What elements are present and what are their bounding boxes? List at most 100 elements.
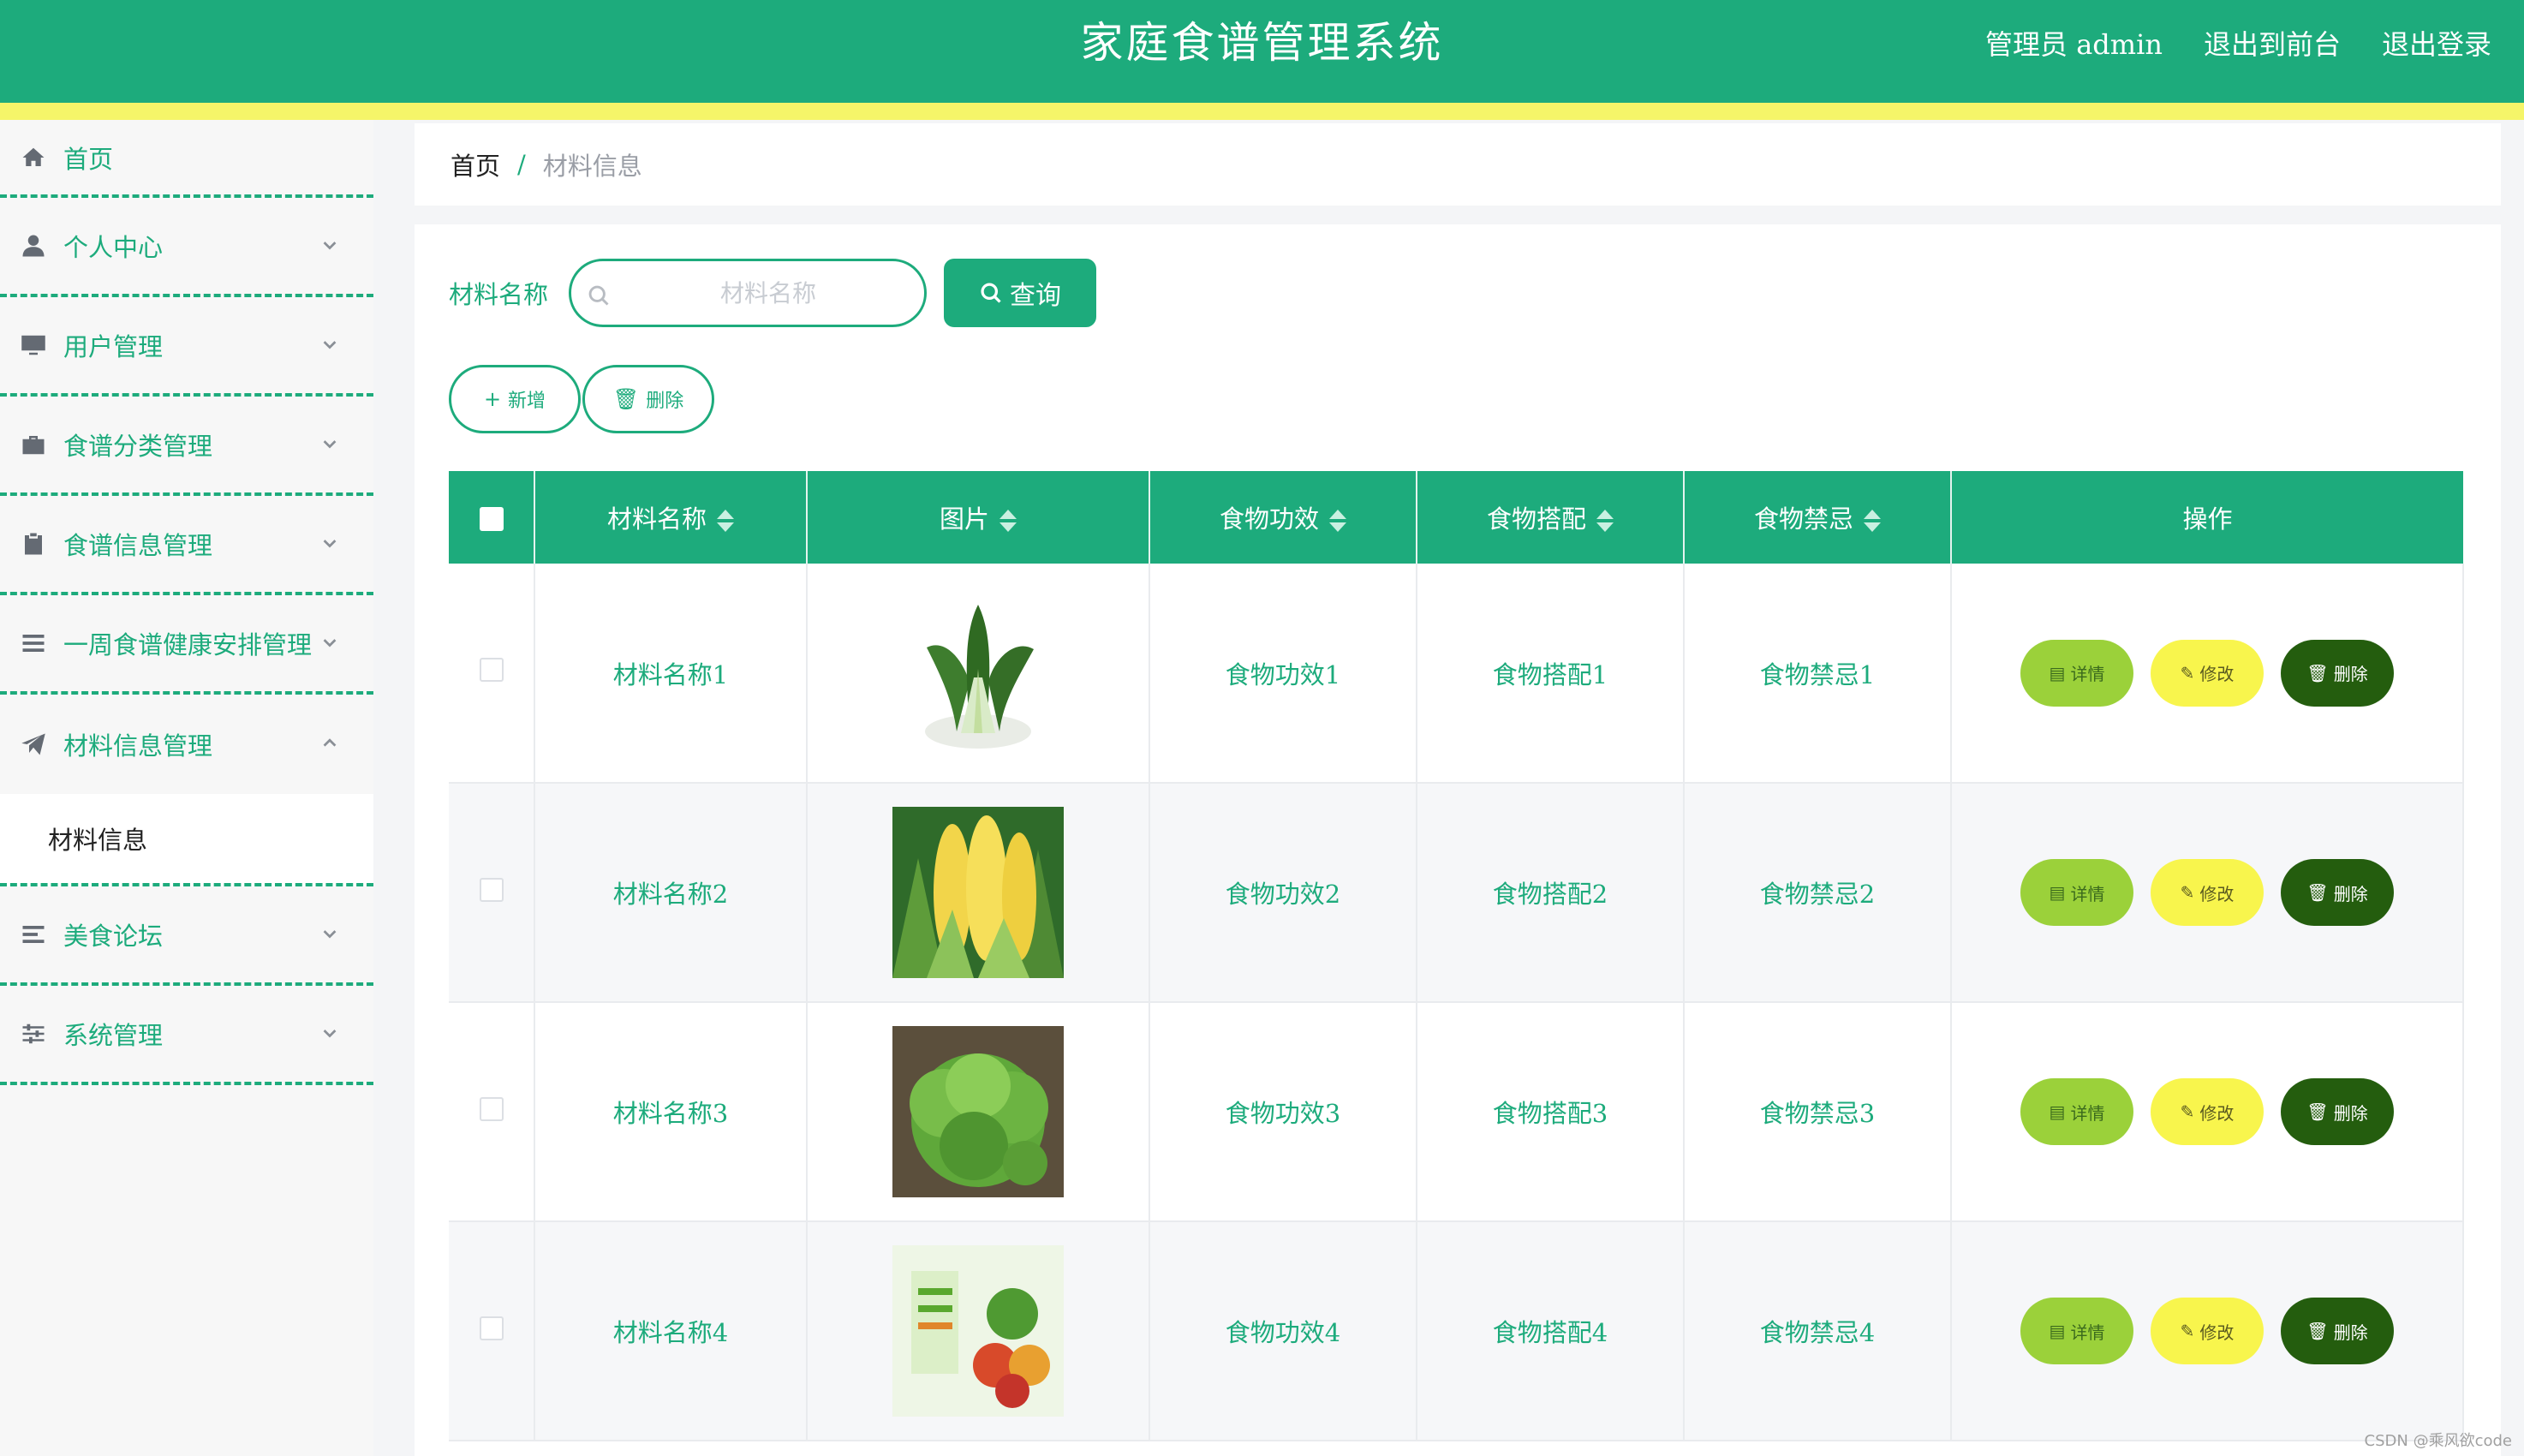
home-icon [21,145,46,170]
cell-taboo: 食物禁忌4 [1684,1221,1952,1441]
pencil-icon: ✎ [2180,1321,2195,1341]
cell-effect: 食物功效1 [1149,564,1417,784]
column-header-image[interactable]: 图片 [807,471,1150,564]
bok-choy-image [925,604,1034,749]
chevron-down-icon [320,236,339,254]
row-checkbox[interactable] [479,877,504,902]
trash-icon: 🗑 [612,387,640,411]
fresh-vegetables-poster-image [892,1245,1064,1417]
sort-icon[interactable] [1864,508,1881,534]
search-row: 材料名称 查询 [449,259,1097,327]
sidebar-subitem-material-info[interactable]: 材料信息 [0,794,373,886]
sort-icon[interactable] [1596,508,1614,534]
chevron-down-icon [320,1023,339,1042]
row-actions: ▤ 详情 ✎ 修改 🗑 删除 [1952,639,2462,707]
cell-material-name: 材料名称2 [534,783,808,1003]
sidebar-item-system-management[interactable]: 系统管理 [0,986,373,1085]
row-checkbox[interactable] [479,1096,504,1121]
sidebar-item-label: 美食论坛 [63,922,164,951]
query-button-label: 查询 [1010,281,1062,311]
delete-button[interactable]: 🗑 删除 [2281,859,2394,926]
detail-button[interactable]: ▤ 详情 [2020,639,2133,707]
search-icon [587,283,611,307]
sidebar-item-weekly-recipe[interactable]: 一周食谱健康安排管理 [0,595,373,695]
edit-button[interactable]: ✎ 修改 [2151,1078,2264,1145]
main-panel: 材料名称 查询 + 新增 🗑 删除 材料名称 图片 食物功效 [415,224,2501,1456]
sidebar-item-recipe-category[interactable]: 食谱分类管理 [0,397,373,496]
cell-effect: 食物功效4 [1149,1221,1417,1441]
column-header-effect[interactable]: 食物功效 [1149,471,1417,564]
watermark: CSDN @乘风欲code [2364,1432,2512,1450]
exit-to-front-link[interactable]: 退出到前台 [2204,23,2341,63]
plus-icon: + [483,387,502,411]
sidebar-item-material-management[interactable]: 材料信息管理 [0,695,373,794]
sidebar-item-label: 用户管理 [63,332,164,361]
row-checkbox[interactable] [479,658,504,682]
chevron-up-icon [320,734,339,753]
detail-button[interactable]: ▤ 详情 [2020,1298,2133,1364]
table-row: 材料名称4 食物功效4 食物搭配4 食物禁忌4 ▤ 详情 ✎ 修改 🗑 删除 [449,1221,2464,1441]
delete-button[interactable]: 🗑 删除 [2281,1078,2394,1145]
cell-taboo: 食物禁忌1 [1684,564,1952,784]
header-accent-strip [0,103,2524,120]
sidebar-item-personal-center[interactable]: 个人中心 [0,198,373,297]
material-name-search-input[interactable] [623,261,915,325]
edit-button[interactable]: ✎ 修改 [2151,859,2264,926]
chevron-down-icon [320,434,339,453]
cell-effect: 食物功效3 [1149,1002,1417,1222]
sidebar-item-label: 个人中心 [63,233,164,262]
table-row: 材料名称2 食物功效2 食物搭配2 食物禁忌2 ▤ 详情 ✎ 修改 🗑 删除 [449,783,2464,1003]
add-button[interactable]: + 新增 [449,365,581,433]
delete-button[interactable]: 🗑 删除 [2281,1298,2394,1364]
column-header-actions: 操作 [1951,471,2463,564]
sidebar-item-label: 食谱分类管理 [63,432,213,461]
edit-button[interactable]: ✎ 修改 [2151,639,2264,707]
chevron-down-icon [320,924,339,943]
table-row: 材料名称3 食物功效3 食物搭配3 食物禁忌3 ▤ 详情 ✎ 修改 🗑 删除 [449,1002,2464,1222]
pencil-icon: ✎ [2180,882,2195,903]
edit-button[interactable]: ✎ 修改 [2151,1298,2264,1364]
document-icon: ▤ [2049,662,2066,683]
logout-link[interactable]: 退出登录 [2382,23,2491,63]
column-header-name[interactable]: 材料名称 [534,471,808,564]
column-header-taboo[interactable]: 食物禁忌 [1684,471,1952,564]
cell-taboo: 食物禁忌3 [1684,1002,1952,1222]
pencil-icon: ✎ [2180,1101,2195,1122]
add-button-label: 新增 [508,391,546,412]
cell-taboo: 食物禁忌2 [1684,783,1952,1003]
cell-pairing: 食物搭配4 [1417,1221,1685,1441]
document-icon: ▤ [2049,1101,2066,1122]
paper-plane-icon [21,731,46,757]
sidebar-item-home[interactable]: 首页 [0,120,373,198]
sort-icon[interactable] [999,508,1017,534]
list-icon [21,630,46,656]
query-button[interactable]: 查询 [944,259,1097,327]
cell-effect: 食物功效2 [1149,783,1417,1003]
batch-delete-button[interactable]: 🗑 删除 [582,365,714,433]
sidebar-item-label: 首页 [63,144,114,174]
sidebar-item-food-forum[interactable]: 美食论坛 [0,886,373,986]
select-all-cell [449,471,535,564]
sort-icon[interactable] [717,508,734,534]
row-actions: ▤ 详情 ✎ 修改 🗑 删除 [1952,859,2462,926]
document-icon: ▤ [2049,1321,2066,1341]
detail-button[interactable]: ▤ 详情 [2020,1078,2133,1145]
admin-label: 管理员 admin [1985,28,2163,61]
clipboard-icon [21,531,46,557]
sort-icon[interactable] [1329,508,1346,534]
delete-button[interactable]: 🗑 删除 [2281,639,2394,707]
chevron-down-icon [320,335,339,354]
detail-button[interactable]: ▤ 详情 [2020,859,2133,926]
cell-material-name: 材料名称4 [534,1221,808,1441]
sidebar-item-user-management[interactable]: 用户管理 [0,297,373,397]
breadcrumb: 首页 / 材料信息 [415,123,2501,206]
sidebar-item-recipe-info[interactable]: 食谱信息管理 [0,496,373,595]
row-checkbox[interactable] [479,1316,504,1340]
select-all-checkbox[interactable] [479,507,504,531]
search-icon [981,283,1001,303]
top-header: 家庭食谱管理系统 管理员 admin 退出到前台 退出登录 [0,0,2524,103]
column-header-pairing[interactable]: 食物搭配 [1417,471,1685,564]
trash-icon: 🗑 [2306,1321,2329,1341]
breadcrumb-home[interactable]: 首页 [451,146,500,182]
header-links: 管理员 admin 退出到前台 退出登录 [1985,0,2491,86]
